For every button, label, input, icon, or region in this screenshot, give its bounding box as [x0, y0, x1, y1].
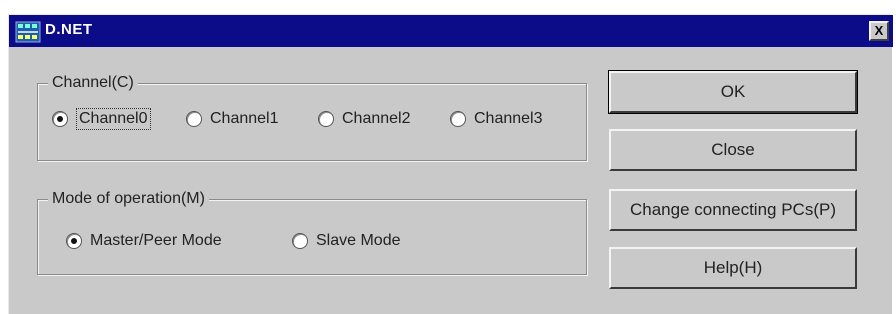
close-icon[interactable]: X: [869, 21, 889, 41]
channel-group: Channel(C) Channel0 Channel1 Channel2 Ch…: [37, 74, 587, 161]
radio-slave-mode-label: Slave Mode: [316, 232, 401, 249]
mode-group: Mode of operation(M) Master/Peer Mode Sl…: [37, 190, 587, 275]
radio-channel1[interactable]: Channel1: [186, 110, 279, 128]
dnet-dialog: D.NET X Channel(C) Channel0 Channel1 Cha…: [8, 14, 893, 314]
close-button[interactable]: Close: [609, 129, 857, 171]
radio-icon: [186, 111, 202, 127]
radio-icon: [66, 233, 82, 249]
radio-master-peer-mode-label: Master/Peer Mode: [90, 232, 222, 249]
change-connecting-pcs-button[interactable]: Change connecting PCs(P): [609, 189, 857, 231]
radio-channel0[interactable]: Channel0: [52, 108, 151, 130]
radio-channel1-label: Channel1: [210, 110, 279, 127]
help-button[interactable]: Help(H): [609, 247, 857, 289]
radio-channel2-label: Channel2: [342, 110, 411, 127]
ok-button[interactable]: OK: [608, 70, 858, 114]
window-title: D.NET: [45, 21, 93, 38]
radio-channel3-label: Channel3: [474, 110, 543, 127]
radio-icon: [450, 111, 466, 127]
mode-group-label: Mode of operation(M): [48, 190, 209, 208]
radio-icon: [292, 233, 308, 249]
radio-slave-mode[interactable]: Slave Mode: [292, 232, 401, 250]
radio-master-peer-mode[interactable]: Master/Peer Mode: [66, 232, 222, 250]
radio-icon: [318, 111, 334, 127]
channel-group-label: Channel(C): [48, 74, 138, 92]
title-bar[interactable]: D.NET X: [9, 15, 893, 47]
radio-channel2[interactable]: Channel2: [318, 110, 411, 128]
radio-channel3[interactable]: Channel3: [450, 110, 543, 128]
radio-channel0-label: Channel0: [76, 108, 151, 130]
network-icon: [15, 21, 41, 43]
radio-icon: [52, 111, 68, 127]
